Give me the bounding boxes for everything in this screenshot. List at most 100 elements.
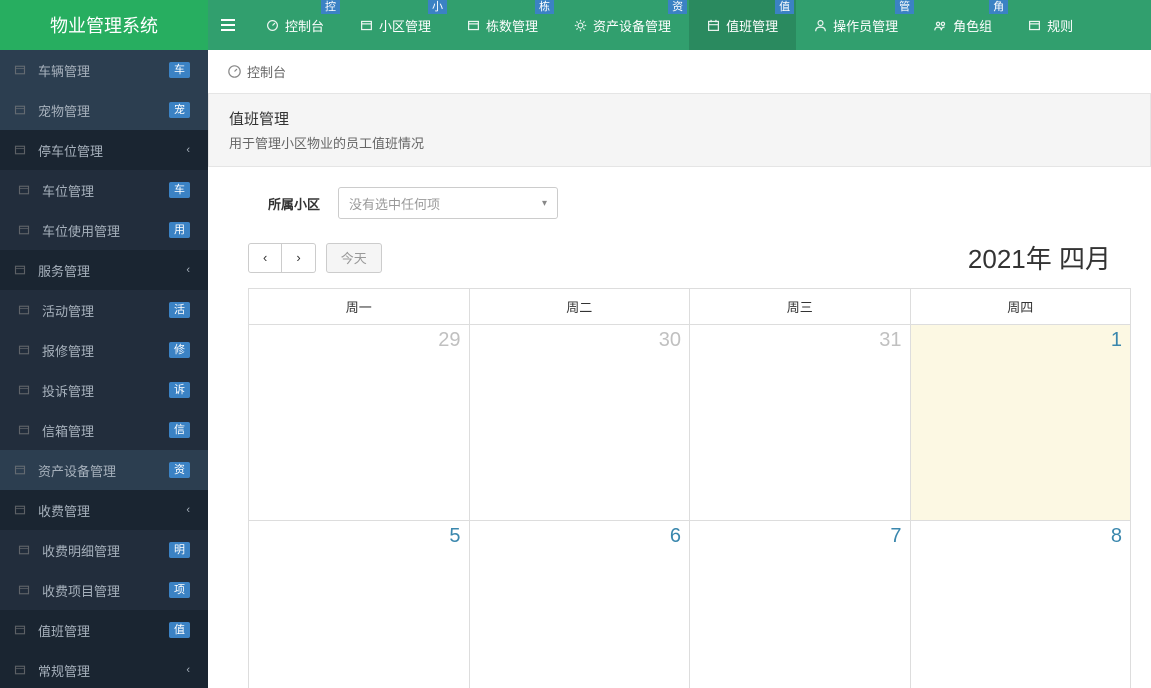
sidebar-label: 信箱管理 bbox=[42, 421, 169, 440]
prev-button[interactable]: ‹ bbox=[248, 243, 282, 273]
filter-row: 所属小区 没有选中任何项 ▾ bbox=[208, 187, 1151, 239]
next-button[interactable]: › bbox=[282, 243, 315, 273]
today-button[interactable]: 今天 bbox=[326, 243, 382, 273]
calendar-row: 29 30 311 bbox=[248, 325, 1131, 521]
sidebar-item[interactable]: 报修管理修 bbox=[0, 330, 208, 370]
top-nav-item[interactable]: 控制台控 bbox=[248, 0, 342, 50]
sidebar-item[interactable]: 车位使用管理用 bbox=[0, 210, 208, 250]
calendar-icon bbox=[707, 19, 720, 32]
top-nav-item[interactable]: 操作员管理管 bbox=[796, 0, 916, 50]
sidebar-badge: 活 bbox=[169, 302, 190, 318]
sidebar-badge: 诉 bbox=[169, 382, 190, 398]
chevron-left-icon: ‹ bbox=[186, 504, 190, 516]
breadcrumb[interactable]: 控制台 bbox=[208, 50, 1151, 93]
nav-label: 小区管理 bbox=[379, 16, 431, 35]
calendar-controls: ‹ › 今天 2021年 四月 bbox=[208, 239, 1151, 284]
top-nav-item[interactable]: 规则 bbox=[1010, 0, 1091, 50]
sidebar-label: 车位使用管理 bbox=[42, 221, 169, 240]
list-icon bbox=[14, 664, 28, 676]
sidebar-item[interactable]: 常规管理‹ bbox=[0, 650, 208, 688]
list-icon bbox=[14, 504, 28, 516]
sidebar-badge: 修 bbox=[169, 342, 190, 358]
group-icon bbox=[934, 19, 947, 32]
sidebar-label: 车位管理 bbox=[42, 181, 169, 200]
breadcrumb-label: 控制台 bbox=[247, 62, 286, 81]
sidebar-item[interactable]: 投诉管理诉 bbox=[0, 370, 208, 410]
sidebar-label: 收费项目管理 bbox=[42, 581, 169, 600]
sidebar-item[interactable]: 停车位管理‹ bbox=[0, 130, 208, 170]
calendar-cell[interactable]: 29 bbox=[248, 325, 470, 521]
sidebar-badge: 用 bbox=[169, 222, 190, 238]
calendar: 周一周二周三周四 29 30 311 56 78 bbox=[248, 288, 1131, 688]
nav-badge: 栋 bbox=[535, 0, 554, 14]
nav-badge: 管 bbox=[895, 0, 914, 14]
top-nav-item[interactable]: 资产设备管理资 bbox=[556, 0, 689, 50]
community-select[interactable]: 没有选中任何项 ▾ bbox=[338, 187, 558, 219]
chevron-left-icon: ‹ bbox=[186, 664, 190, 676]
sidebar-item[interactable]: 收费明细管理明 bbox=[0, 530, 208, 570]
sidebar-item[interactable]: 信箱管理信 bbox=[0, 410, 208, 450]
sidebar-item[interactable]: 车辆管理车 bbox=[0, 50, 208, 90]
list-icon bbox=[14, 144, 28, 156]
sidebar-badge: 车 bbox=[169, 182, 190, 198]
list-icon bbox=[18, 584, 32, 596]
list-icon bbox=[14, 464, 28, 476]
list-icon bbox=[14, 104, 28, 116]
page-desc: 用于管理小区物业的员工值班情况 bbox=[229, 133, 1130, 152]
nav-label: 栋数管理 bbox=[486, 16, 538, 35]
chevron-left-icon: ‹ bbox=[186, 264, 190, 276]
top-nav-item[interactable]: 值班管理值 bbox=[689, 0, 796, 50]
calendar-cell[interactable]: 7 bbox=[690, 521, 911, 688]
calendar-cell[interactable]: 6 bbox=[470, 521, 691, 688]
list-icon bbox=[14, 264, 28, 276]
weekday-header: 周二 bbox=[470, 289, 691, 325]
community-label: 所属小区 bbox=[248, 194, 338, 213]
day-number: 30 bbox=[659, 329, 681, 352]
chevron-down-icon: ▾ bbox=[542, 198, 547, 209]
select-placeholder: 没有选中任何项 bbox=[349, 194, 440, 213]
gear-icon bbox=[574, 19, 587, 32]
top-nav-item[interactable]: 栋数管理 栋 bbox=[449, 0, 556, 50]
sidebar-label: 服务管理 bbox=[38, 261, 186, 280]
user-icon bbox=[814, 19, 827, 32]
calendar-header: 周一周二周三周四 bbox=[248, 289, 1131, 325]
top-nav-item[interactable]: 小区管理 小 bbox=[342, 0, 449, 50]
dashboard-icon bbox=[228, 65, 241, 78]
calendar-cell[interactable]: 31 bbox=[690, 325, 911, 521]
calendar-title: 2021年 四月 bbox=[382, 239, 1131, 276]
sidebar-item[interactable]: 资产设备管理资 bbox=[0, 450, 208, 490]
top-nav: 控制台控 小区管理 小栋数管理 栋资产设备管理资值班管理值操作员管理管角色组角 规则 bbox=[248, 0, 1151, 50]
sidebar-badge: 信 bbox=[169, 422, 190, 438]
sidebar-badge: 资 bbox=[169, 462, 190, 478]
nav-badge: 小 bbox=[428, 0, 447, 14]
sidebar-item[interactable]: 车位管理车 bbox=[0, 170, 208, 210]
weekday-header: 周一 bbox=[248, 289, 470, 325]
nav-badge: 资 bbox=[668, 0, 687, 14]
calendar-cell[interactable]: 30 bbox=[470, 325, 691, 521]
sidebar-badge: 项 bbox=[169, 582, 190, 598]
menu-toggle-icon[interactable] bbox=[208, 0, 248, 50]
sidebar-item[interactable]: 收费项目管理项 bbox=[0, 570, 208, 610]
top-nav-item[interactable]: 角色组角 bbox=[916, 0, 1010, 50]
sidebar-item[interactable]: 宠物管理宠 bbox=[0, 90, 208, 130]
sidebar-label: 常规管理 bbox=[38, 661, 186, 680]
list-icon bbox=[18, 424, 32, 436]
sidebar-label: 值班管理 bbox=[38, 621, 169, 640]
sidebar-label: 资产设备管理 bbox=[38, 461, 169, 480]
sidebar-label: 投诉管理 bbox=[42, 381, 169, 400]
calendar-cell[interactable]: 5 bbox=[248, 521, 470, 688]
sidebar-badge: 值 bbox=[169, 622, 190, 638]
sidebar-badge: 明 bbox=[169, 542, 190, 558]
sidebar-item[interactable]: 服务管理‹ bbox=[0, 250, 208, 290]
list-icon bbox=[360, 19, 373, 32]
calendar-cell[interactable]: 8 bbox=[911, 521, 1132, 688]
header: 物业管理系统 控制台控小区管理小栋数管理栋资产设备管理资值班管理值操作员管理管角… bbox=[0, 0, 1151, 50]
chevron-left-icon: ‹ bbox=[186, 144, 190, 156]
calendar-cell[interactable]: 1 bbox=[911, 325, 1132, 521]
sidebar-item[interactable]: 收费管理‹ bbox=[0, 490, 208, 530]
day-number: 7 bbox=[890, 525, 901, 548]
list-icon bbox=[18, 304, 32, 316]
sidebar-item[interactable]: 值班管理值 bbox=[0, 610, 208, 650]
sidebar-item[interactable]: 活动管理活 bbox=[0, 290, 208, 330]
nav-label: 规则 bbox=[1047, 16, 1073, 35]
